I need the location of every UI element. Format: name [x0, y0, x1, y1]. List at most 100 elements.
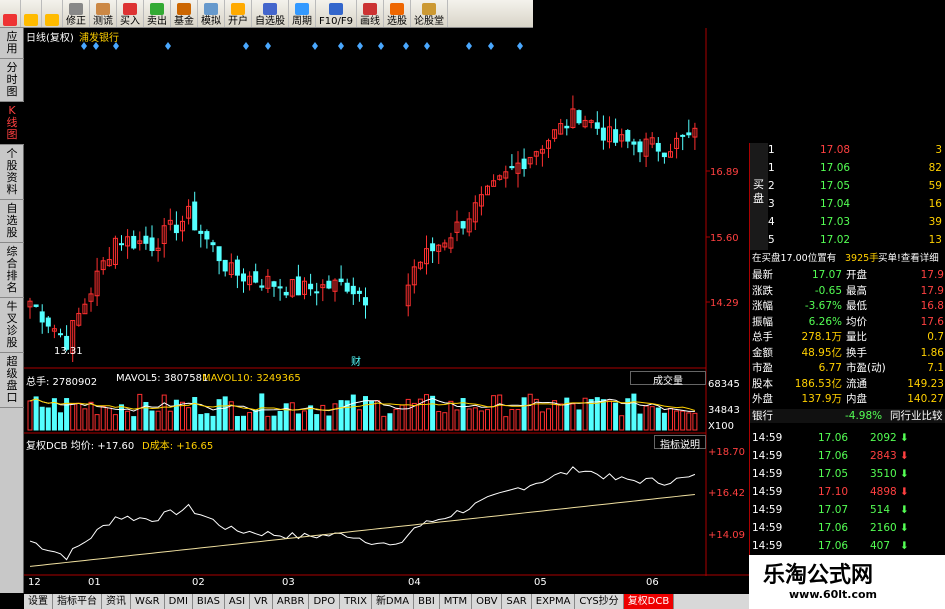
toolbar-button-0[interactable]	[0, 0, 21, 27]
stat-label: 外盘	[752, 393, 773, 405]
indicator-tab-6[interactable]: ASI	[225, 594, 251, 609]
indicator-tab-11[interactable]: 新DMA	[372, 594, 415, 609]
indicator-tab-13[interactable]: MTM	[440, 594, 473, 609]
candle-down	[277, 286, 283, 289]
toolbar-button-2[interactable]	[42, 0, 63, 27]
toolbar-button-8[interactable]: 模拟	[198, 0, 225, 27]
indicator-tab-14[interactable]: OBV	[472, 594, 503, 609]
volume-bar	[125, 410, 131, 431]
info-diamond-icon[interactable]	[424, 42, 430, 50]
toolbar-button-12[interactable]: F10/F9	[316, 0, 357, 27]
volume-bar	[253, 409, 259, 431]
side-tab-6[interactable]: 牛叉诊股	[0, 298, 24, 353]
tick-row: 14:59 17.06 2843 ⬇	[750, 449, 945, 463]
toolbar-button-11[interactable]: 周期	[289, 0, 316, 27]
dcb-tick-1: +18.70	[708, 447, 746, 458]
volume-bar	[332, 403, 338, 431]
tick-volume: 4898	[870, 486, 897, 498]
toolbar-button-15[interactable]: 论股堂	[411, 0, 448, 27]
indicator-tab-10[interactable]: TRIX	[340, 594, 372, 609]
volume-ma10: MAVOL10: 3249365	[202, 373, 301, 384]
volume-indicator-button[interactable]: 成交量	[630, 371, 706, 387]
toolbar-button-7[interactable]: 基金	[171, 0, 198, 27]
stock-name: 浦发银行	[79, 33, 119, 44]
big-order-link[interactable]: 买单!查看详细	[878, 252, 939, 266]
indicator-tab-3[interactable]: W&R	[131, 594, 165, 609]
side-tab-3[interactable]: 个股资料	[0, 145, 24, 200]
volume-bar	[363, 396, 368, 431]
indicator-tab-1[interactable]: 指标平台	[53, 594, 102, 609]
info-diamond-icon[interactable]	[265, 42, 271, 50]
candle-down	[45, 317, 51, 327]
event-marker[interactable]: 财	[351, 353, 361, 368]
vertical-tabs: 应用 分时图 K线图 个股资料 自选股 综合排名 牛叉诊股 超级盘口	[0, 28, 24, 593]
toolbar-button-9[interactable]: 开户	[225, 0, 252, 27]
volume-bar	[119, 404, 124, 431]
tick-volume: 407	[870, 540, 891, 552]
indicator-tab-0[interactable]: 设置	[24, 594, 53, 609]
candle-down	[58, 333, 63, 336]
info-diamond-icon[interactable]	[517, 42, 523, 50]
down-arrow-icon	[45, 14, 59, 26]
candle-down	[509, 166, 515, 169]
draw-icon	[362, 3, 377, 15]
toolbar-label: 修正	[66, 16, 86, 27]
volume-bar	[497, 394, 503, 431]
side-tab-5[interactable]: 综合排名	[0, 243, 24, 298]
indicator-tab-18[interactable]: 复权DCB	[623, 594, 675, 609]
tick-time: 14:59	[752, 540, 783, 552]
stat-label-2: 量比	[846, 331, 867, 343]
info-diamond-icon[interactable]	[403, 42, 409, 50]
indicator-tab-8[interactable]: ARBR	[273, 594, 310, 609]
side-tab-1[interactable]: 分时图	[0, 59, 24, 102]
side-tab-2[interactable]: K线图	[0, 102, 24, 145]
toolbar-button-4[interactable]: 测谎	[90, 0, 117, 27]
info-diamond-icon[interactable]	[312, 42, 318, 50]
indicator-tab-7[interactable]: VR	[250, 594, 273, 609]
info-diamond-icon[interactable]	[165, 42, 171, 50]
side-tab-7[interactable]: 超级盘口	[0, 353, 24, 408]
industry-compare-link[interactable]: 同行业比较	[890, 409, 943, 423]
kline-chart[interactable]: 日线(复权) 浦发银行 16.89 15.60 14.29 13.31 财 总手…	[24, 28, 749, 588]
toolbar-button-14[interactable]: 选股	[384, 0, 411, 27]
indicator-tab-17[interactable]: CYS抄分	[575, 594, 624, 609]
info-diamond-icon[interactable]	[488, 42, 494, 50]
toolbar-button-6[interactable]: 卖出	[144, 0, 171, 27]
toolbar-button-3[interactable]: 修正	[63, 0, 90, 27]
info-diamond-icon[interactable]	[357, 42, 363, 50]
industry-change: -4.98%	[845, 410, 883, 422]
volume-ma5: MAVOL5: 3807581	[116, 373, 209, 384]
toolbar-button-13[interactable]: 画线	[357, 0, 384, 27]
volume-bar	[661, 412, 667, 431]
volume-bar	[637, 413, 643, 431]
indicator-tab-9[interactable]: DPO	[309, 594, 341, 609]
account-icon	[231, 3, 245, 15]
stat-row: 金额 48.95亿 换手 1.86	[750, 346, 945, 360]
side-tab-4[interactable]: 自选股	[0, 200, 24, 243]
toolbar-button-10[interactable]: 自选股	[252, 0, 289, 27]
info-diamond-icon[interactable]	[378, 42, 384, 50]
indicator-tab-12[interactable]: BBI	[414, 594, 440, 609]
toolbar-button-5[interactable]: 买入	[117, 0, 144, 27]
volume-bar	[149, 410, 155, 431]
candle-down	[210, 242, 216, 246]
indicator-tab-16[interactable]: EXPMA	[532, 594, 576, 609]
indicator-tab-5[interactable]: BIAS	[193, 594, 225, 609]
toolbar-button-1[interactable]	[21, 0, 42, 27]
info-diamond-icon[interactable]	[466, 42, 472, 50]
side-tab-0[interactable]: 应用	[0, 28, 24, 59]
stat-label-2: 内盘	[846, 393, 867, 405]
toolbar-label: 开户	[228, 16, 248, 27]
candle-down	[625, 130, 631, 142]
indicator-tab-15[interactable]: SAR	[502, 594, 532, 609]
volume-bar	[503, 416, 509, 431]
indicator-help-button[interactable]: 指标说明	[654, 435, 706, 451]
order-volume: 39	[928, 216, 942, 228]
info-diamond-icon[interactable]	[243, 42, 249, 50]
indicator-tab-4[interactable]: DMI	[165, 594, 193, 609]
volume-bar	[289, 402, 295, 431]
info-diamond-icon[interactable]	[338, 42, 344, 50]
candle-down	[344, 282, 350, 292]
volume-bar	[247, 412, 253, 431]
indicator-tab-2[interactable]: 资讯	[102, 594, 131, 609]
